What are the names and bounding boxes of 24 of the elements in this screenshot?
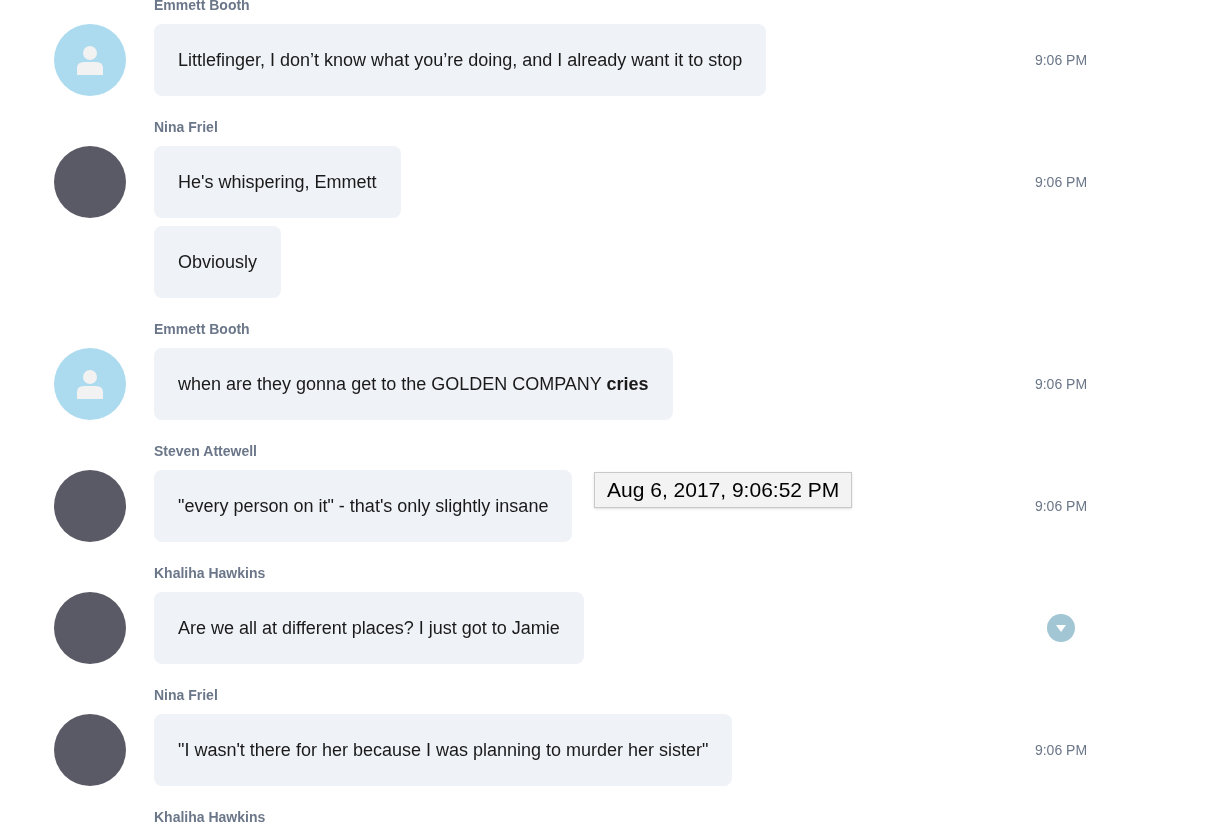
timestamp: 9:06 PM [1034, 172, 1088, 192]
message-text: "I wasn't there for her because I was planning to murder her sister" [178, 738, 709, 762]
author-name: Nina Friel [154, 120, 218, 134]
author-name: Emmett Booth [154, 322, 250, 336]
user-icon [75, 45, 105, 75]
author-name: Khaliha Hawkins [154, 810, 266, 824]
message-text: Obviously [178, 250, 258, 274]
user-icon [75, 369, 105, 399]
message-text: He's whispering, Emmett [178, 170, 377, 194]
message-text: when are they gonna get to the GOLDEN COMPANY cries [178, 372, 649, 396]
message-text: "every person on it" - that's only slightly insane [178, 494, 549, 518]
timestamp: 9:06 PM [1034, 374, 1088, 394]
timestamp: 9:06 PM [1034, 740, 1088, 760]
timestamp: 9:06 PM [1034, 50, 1088, 70]
timestamp: 9:06 PM [1034, 496, 1088, 516]
tooltip: Aug 6, 2017, 9:06:52 PM [594, 472, 853, 508]
author-name: Khaliha Hawkins [154, 566, 266, 580]
author-name: Steven Attewell [154, 444, 257, 458]
dropdown-button[interactable] [1047, 614, 1075, 642]
message-text: Littlefinger, I don’t know what you’re doing, and I already want it to stop [178, 48, 743, 72]
caret-icon [1056, 624, 1066, 632]
author-name: Nina Friel [154, 688, 218, 702]
message-text: Are we all at different places? I just got to Jamie [178, 616, 560, 640]
author-name: Emmett Booth [154, 0, 250, 12]
